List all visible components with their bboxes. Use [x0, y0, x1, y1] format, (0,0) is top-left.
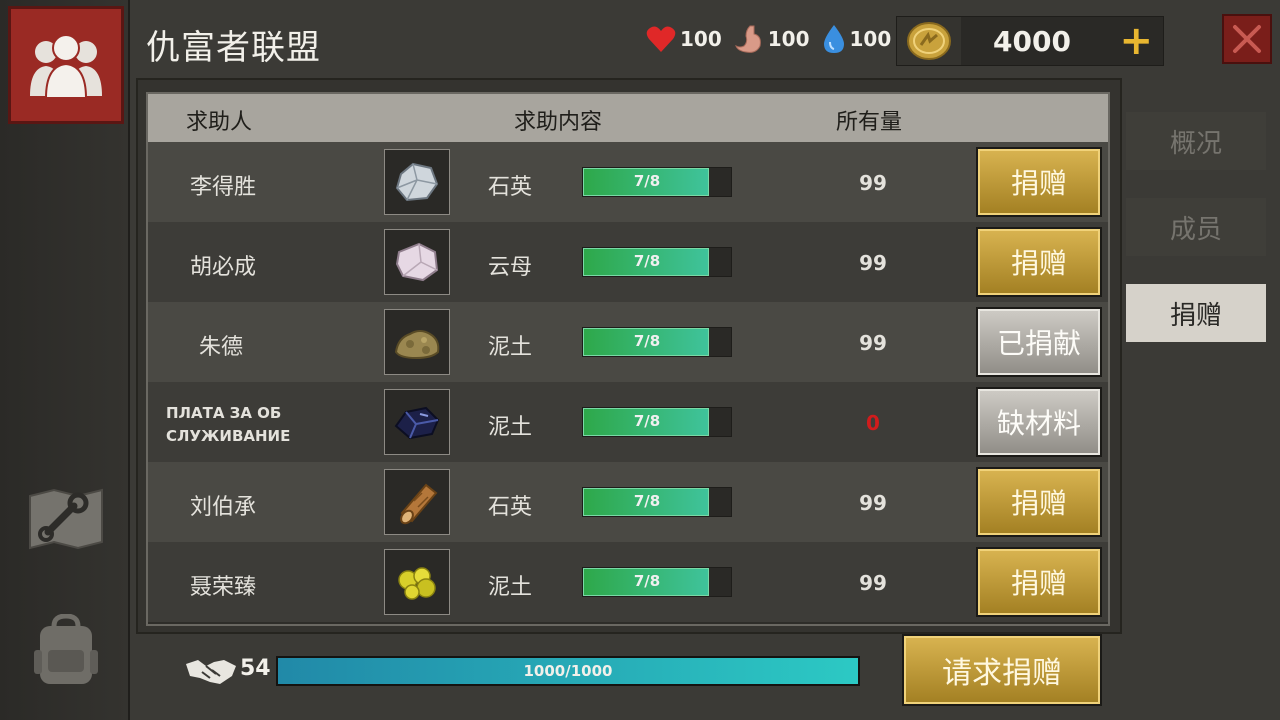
- donation-table: 求助人 求助内容 所有量 李得胜 石英 7/8 99 捐赠 胡必成 云母 7/8…: [146, 92, 1110, 626]
- owned-quantity: 0: [866, 411, 880, 435]
- table-row: 聂荣臻 泥土 7/8 99 捐赠: [148, 542, 1108, 622]
- request-progress: 7/8: [582, 487, 732, 517]
- table-header: 求助人 求助内容 所有量: [148, 94, 1108, 142]
- donate-button[interactable]: 捐赠: [976, 227, 1102, 297]
- heart-icon: [646, 26, 676, 52]
- tab-donate[interactable]: 捐赠: [1126, 284, 1266, 342]
- requester-name: 聂荣臻: [189, 575, 256, 600]
- coin-value: 4000: [993, 25, 1071, 58]
- insufficient-materials-button[interactable]: 缺材料: [976, 387, 1102, 457]
- status-stats: 100 100 100: [646, 24, 891, 54]
- donate-button[interactable]: 捐赠: [976, 467, 1102, 537]
- requester-name: 刘伯承: [189, 495, 256, 520]
- table-row: 朱德 泥土 7/8 99 已捐献: [148, 302, 1108, 382]
- progress-text: 7/8: [633, 412, 661, 430]
- item-slot[interactable]: [384, 229, 450, 295]
- header-content: 求助内容: [514, 110, 603, 135]
- item-slot[interactable]: [384, 469, 450, 535]
- stomach-icon: [734, 25, 761, 53]
- table-row: 李得胜 石英 7/8 99 捐赠: [148, 142, 1108, 222]
- add-currency-button[interactable]: +: [1119, 19, 1153, 63]
- item-name: 石英: [488, 175, 533, 200]
- owned-quantity: 99: [859, 331, 887, 355]
- tab-members[interactable]: 成员: [1126, 198, 1266, 256]
- progress-text: 7/8: [633, 572, 661, 590]
- request-progress: 7/8: [582, 327, 732, 357]
- request-progress: 7/8: [582, 567, 732, 597]
- contribution-text: 1000/1000: [523, 662, 613, 680]
- contribution-bar: 1000/1000: [276, 656, 860, 686]
- water-drop-icon: [823, 25, 844, 53]
- requester-name: 胡必成: [189, 255, 256, 280]
- progress-text: 7/8: [633, 172, 661, 190]
- requester-name-line: ПЛАТА ЗА ОБ: [166, 404, 282, 422]
- coin-slot: [897, 17, 961, 65]
- header-requester: 求助人: [186, 110, 253, 135]
- table-row: 胡必成 云母 7/8 99 捐赠: [148, 222, 1108, 302]
- health-value: 100: [680, 27, 722, 51]
- ore-icon: [394, 406, 440, 440]
- sidebar-item-guild[interactable]: [8, 6, 124, 124]
- table-row: ПЛАТА ЗА ОБ СЛУЖИВАНИЕ 泥土 7/8 0 缺材料: [148, 382, 1108, 462]
- health-stat: 100: [646, 25, 722, 53]
- table-row: 刘伯承 石英 7/8 99 捐赠: [148, 462, 1108, 542]
- requester-name: 李得胜: [189, 175, 256, 200]
- page-title: 仇富者联盟: [146, 28, 321, 68]
- dirt-icon: [394, 330, 440, 360]
- tab-overview[interactable]: 概况: [1126, 112, 1266, 170]
- close-icon: [1233, 25, 1261, 53]
- owned-quantity: 99: [859, 251, 887, 275]
- left-sidebar: [0, 0, 130, 720]
- hunger-value: 100: [767, 27, 810, 51]
- progress-text: 7/8: [633, 492, 661, 510]
- request-progress: 7/8: [582, 407, 732, 437]
- item-name: 云母: [488, 255, 533, 280]
- item-slot[interactable]: [384, 149, 450, 215]
- friendship-level: 54: [240, 656, 271, 681]
- requester-name: 朱德: [198, 335, 243, 360]
- thirst-value: 100: [849, 27, 892, 51]
- owned-quantity: 99: [859, 491, 887, 515]
- close-button[interactable]: [1222, 14, 1272, 64]
- progress-text: 7/8: [633, 332, 661, 350]
- item-name: 泥土: [488, 415, 533, 440]
- mica-icon: [395, 242, 439, 282]
- request-progress: 7/8: [582, 247, 732, 277]
- owned-quantity: 99: [859, 571, 887, 595]
- item-name: 泥土: [488, 575, 533, 600]
- item-name: 石英: [488, 495, 533, 520]
- item-slot[interactable]: [384, 309, 450, 375]
- progress-text: 7/8: [633, 252, 661, 270]
- donate-button[interactable]: 捐赠: [976, 147, 1102, 217]
- donate-button[interactable]: 捐赠: [976, 547, 1102, 617]
- map-wrench-icon: [29, 488, 103, 550]
- requester-name-line: СЛУЖИВАНИЕ: [166, 427, 291, 445]
- guild-members-icon: [30, 34, 102, 99]
- item-name: 泥土: [488, 335, 533, 360]
- coin-icon: [907, 22, 951, 60]
- request-donation-button[interactable]: 请求捐赠: [902, 634, 1102, 706]
- currency-display: 4000 +: [896, 16, 1164, 66]
- backpack-icon: [34, 613, 98, 684]
- sidebar-item-backpack[interactable]: [32, 613, 100, 688]
- sidebar-item-map-tools[interactable]: [24, 486, 108, 552]
- thirst-stat: 100: [822, 24, 892, 54]
- item-slot[interactable]: [384, 549, 450, 615]
- quartz-icon: [395, 162, 439, 202]
- requester-name: ПЛАТА ЗА ОБ СЛУЖИВАНИЕ: [166, 402, 316, 448]
- sulfur-icon: [398, 567, 436, 600]
- donated-button[interactable]: 已捐献: [976, 307, 1102, 377]
- header-owned: 所有量: [836, 110, 903, 135]
- request-progress: 7/8: [582, 167, 732, 197]
- item-slot[interactable]: [384, 389, 450, 455]
- wood-log-icon: [400, 483, 438, 525]
- owned-quantity: 99: [859, 171, 887, 195]
- handshake-icon: [186, 660, 236, 684]
- hunger-stat: 100: [734, 24, 810, 54]
